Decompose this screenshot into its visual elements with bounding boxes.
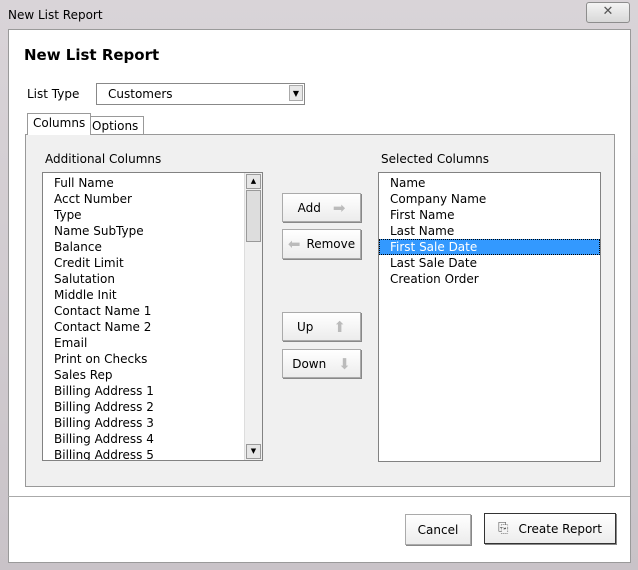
- remove-button[interactable]: ⬅ Remove: [282, 229, 361, 259]
- divider: [8, 496, 630, 497]
- cancel-button[interactable]: Cancel: [405, 514, 471, 545]
- create-report-button[interactable]: ⎘ Create Report: [484, 513, 616, 544]
- list-item[interactable]: Billing Address 2: [43, 399, 262, 415]
- list-item[interactable]: Credit Limit: [43, 255, 262, 271]
- list-item[interactable]: Name: [379, 175, 600, 191]
- arrow-down-icon: ⬇: [338, 354, 351, 373]
- scroll-thumb[interactable]: [246, 190, 261, 242]
- selected-columns-label: Selected Columns: [381, 152, 490, 166]
- arrow-up-icon: ⬆: [333, 317, 346, 336]
- list-item[interactable]: Middle Init: [43, 287, 262, 303]
- up-button[interactable]: Up ⬆: [282, 312, 361, 341]
- additional-columns-list[interactable]: Full Name Acct Number Type Name SubType Bala…: [42, 172, 263, 461]
- list-item[interactable]: Billing Address 4: [43, 431, 262, 447]
- list-item[interactable]: Billing Address 3: [43, 415, 262, 431]
- scroll-down-icon[interactable]: ▼: [246, 444, 261, 459]
- page-title: New List Report: [24, 46, 160, 64]
- arrow-left-icon: ⬅: [287, 235, 301, 253]
- arrow-right-icon: ➡: [332, 198, 346, 217]
- list-item[interactable]: Type: [43, 207, 262, 223]
- list-item[interactable]: Sales Rep: [43, 367, 262, 383]
- remove-label: Remove: [306, 237, 356, 251]
- selected-columns-list[interactable]: Name Company Name First Name Last Name First…: [378, 172, 601, 462]
- list-item[interactable]: Company Name: [379, 191, 600, 207]
- down-label: Down: [292, 356, 327, 371]
- tab-columns[interactable]: Columns: [27, 113, 92, 135]
- scrollbar[interactable]: ▲ ▼: [244, 173, 262, 460]
- create-report-label: Create Report: [518, 521, 602, 536]
- list-type-select[interactable]: Customers ▼: [96, 83, 305, 105]
- window-title: New List Report: [8, 8, 103, 22]
- list-type-value: Customers: [108, 87, 173, 101]
- chevron-down-icon[interactable]: ▼: [289, 85, 303, 101]
- list-type-label: List Type: [27, 87, 80, 101]
- list-item[interactable]: Billing Address 5: [43, 447, 262, 460]
- list-item[interactable]: Contact Name 1: [43, 303, 262, 319]
- list-item[interactable]: First Name: [379, 207, 600, 223]
- list-item[interactable]: Creation Order: [379, 271, 600, 287]
- add-label: Add: [297, 200, 321, 215]
- scroll-up-icon[interactable]: ▲: [246, 174, 261, 189]
- export-icon: ⎘: [498, 521, 509, 536]
- close-button[interactable]: ✕: [586, 2, 630, 23]
- cancel-label: Cancel: [417, 522, 459, 537]
- list-item[interactable]: Acct Number: [43, 191, 262, 207]
- list-item[interactable]: Balance: [43, 239, 262, 255]
- list-item[interactable]: Last Sale Date: [379, 255, 600, 271]
- additional-columns-label: Additional Columns: [45, 152, 162, 166]
- list-item[interactable]: Email: [43, 335, 262, 351]
- list-item[interactable]: Contact Name 2: [43, 319, 262, 335]
- list-item[interactable]: Full Name: [43, 175, 262, 191]
- list-item[interactable]: Last Name: [379, 223, 600, 239]
- down-button[interactable]: Down ⬇: [282, 349, 361, 378]
- up-label: Up: [297, 319, 314, 334]
- list-item[interactable]: Name SubType: [43, 223, 262, 239]
- list-item[interactable]: Billing Address 1: [43, 383, 262, 399]
- tab-options[interactable]: Options: [86, 116, 145, 134]
- add-button[interactable]: Add ➡: [282, 193, 361, 222]
- list-item[interactable]: First Sale Date: [379, 239, 600, 255]
- list-item[interactable]: Salutation: [43, 271, 262, 287]
- list-item[interactable]: Print on Checks: [43, 351, 262, 367]
